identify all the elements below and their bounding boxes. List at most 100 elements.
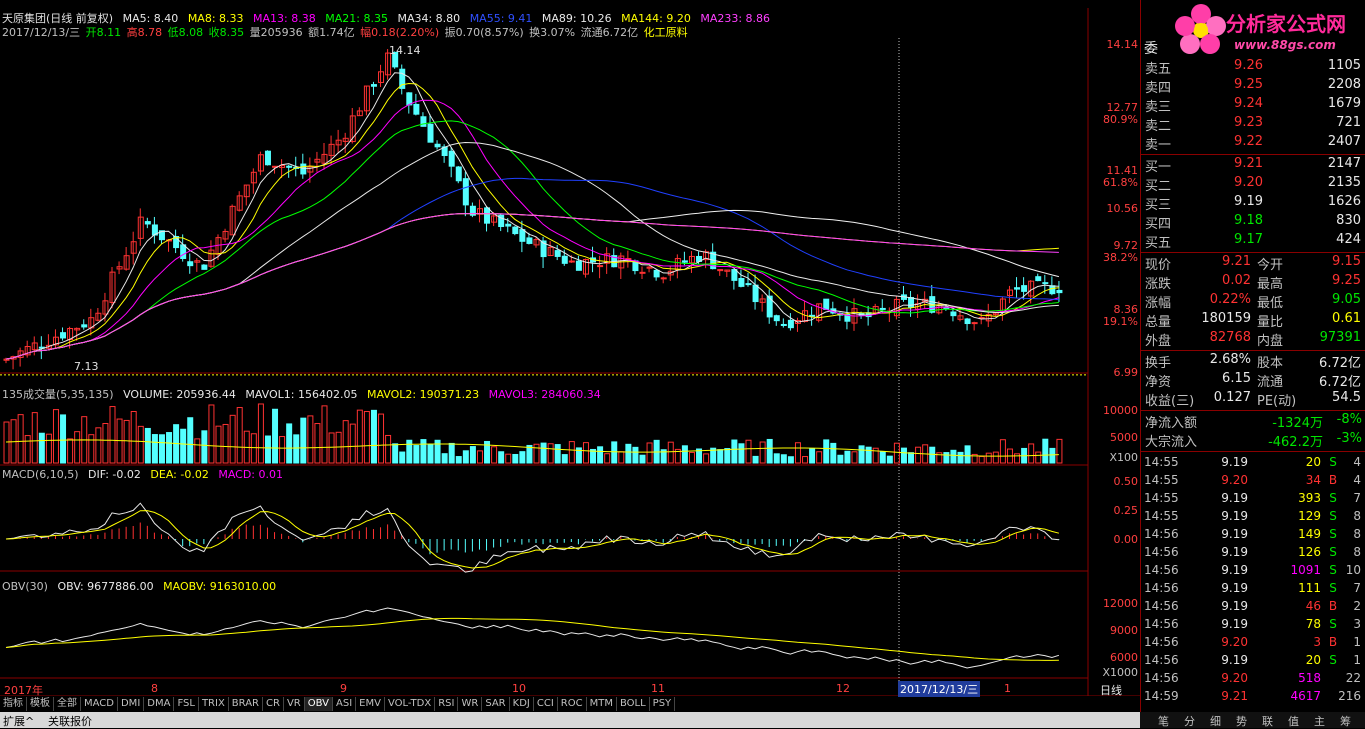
panel-tab[interactable]: 笔 xyxy=(1158,713,1169,729)
candle-body xyxy=(264,150,271,166)
tick-row: 14:56 9.19 126 S 8 xyxy=(1141,545,1365,563)
volume-bar xyxy=(964,445,971,464)
tick-volume: 518 xyxy=(1298,671,1321,685)
volume-bar xyxy=(455,456,462,464)
tick-time: 14:55 xyxy=(1144,473,1179,487)
indicator-tab[interactable]: EMV xyxy=(356,697,385,711)
sell-level-row[interactable]: 卖三 9.24 1679 xyxy=(1141,96,1365,115)
buy-level-row[interactable]: 买四 9.18 830 xyxy=(1141,213,1365,232)
mavol3-value: MAVOL3: 284060.34 xyxy=(488,388,601,401)
indicator-tab[interactable]: RSI xyxy=(435,697,459,711)
indicator-tab[interactable]: KDJ xyxy=(510,697,534,711)
sell-level-row[interactable]: 卖一 9.22 2407 xyxy=(1141,134,1365,153)
macd-legend: MACD(6,10,5) DIF: -0.02 DEA: -0.02 MACD:… xyxy=(2,468,289,481)
obv-title: OBV(30) xyxy=(2,580,48,593)
mavol1-value: MAVOL1: 156402.05 xyxy=(245,388,358,401)
level-label: 买四 xyxy=(1145,217,1172,232)
low-marker: 7.13 xyxy=(74,360,99,373)
candle-body xyxy=(413,103,420,115)
expand-button[interactable]: 扩展^ xyxy=(3,713,34,729)
sell-level-row[interactable]: 卖五 9.26 1105 xyxy=(1141,58,1365,77)
quote-label: 外盘 xyxy=(1145,334,1172,349)
indicator-tab[interactable]: MTM xyxy=(587,697,617,711)
indicator-tab[interactable]: ROC xyxy=(558,697,587,711)
indicator-tab[interactable]: FSL xyxy=(174,697,199,711)
panel-tab[interactable]: 筹 xyxy=(1340,713,1351,729)
panel-tab[interactable]: 细 xyxy=(1210,713,1221,729)
panel-tab[interactable]: 主 xyxy=(1314,713,1325,729)
indicator-tab[interactable]: WR xyxy=(458,697,483,711)
indicator-tab[interactable]: TRIX xyxy=(199,697,229,711)
level-price: 9.21 xyxy=(1234,156,1263,171)
candle-body xyxy=(738,278,745,287)
indicator-tab[interactable]: BOLL xyxy=(617,697,650,711)
indicator-tab[interactable]: VR xyxy=(284,697,305,711)
indicator-tab[interactable]: BRAR xyxy=(229,697,263,711)
period-label[interactable]: 日线 xyxy=(1100,682,1122,698)
indicator-tab[interactable]: PSY xyxy=(650,697,676,711)
cursor-date-label: 2017/12/13/三 xyxy=(898,681,981,697)
indicator-tab[interactable]: CR xyxy=(263,697,284,711)
buy-level-row[interactable]: 买三 9.19 1626 xyxy=(1141,194,1365,213)
indicator-tab[interactable]: CCI xyxy=(534,697,558,711)
stat-label: 流通 xyxy=(1257,375,1284,390)
volume-bar xyxy=(24,435,31,464)
volume-bar xyxy=(158,434,165,464)
indicator-tab[interactable]: 模板 xyxy=(27,697,54,711)
level-volume: 1679 xyxy=(1327,96,1361,111)
quote-value: 9.05 xyxy=(1332,292,1361,307)
buy-level-row[interactable]: 买二 9.20 2135 xyxy=(1141,175,1365,194)
panel-tab[interactable]: 分 xyxy=(1184,713,1195,729)
indicator-tab[interactable]: MACD xyxy=(81,697,118,711)
indicator-tab[interactable]: OBV xyxy=(304,697,333,711)
volume-bar xyxy=(604,453,611,464)
sell-level-row[interactable]: 卖四 9.25 2208 xyxy=(1141,77,1365,96)
level-price: 9.26 xyxy=(1234,58,1263,73)
buy-level-row[interactable]: 买五 9.17 424 xyxy=(1141,232,1365,251)
indicator-tab[interactable]: VOL-TDX xyxy=(385,697,436,711)
indicator-tab[interactable]: ASI xyxy=(333,697,357,711)
indicator-tab[interactable]: 全部 xyxy=(54,697,81,711)
tick-row: 14:56 9.19 1091 S 10 xyxy=(1141,563,1365,581)
sell-level-row[interactable]: 卖二 9.23 721 xyxy=(1141,115,1365,134)
x-label: 1 xyxy=(1004,682,1011,695)
indicator-tab[interactable]: 指标 xyxy=(0,697,27,711)
candle-body xyxy=(1042,282,1049,285)
quote-label: 最低 xyxy=(1257,296,1284,311)
volume-bar xyxy=(1014,453,1021,464)
tick-time: 14:56 xyxy=(1144,653,1179,667)
tick-volume: 20 xyxy=(1305,653,1321,667)
buy-level-row[interactable]: 买一 9.21 2147 xyxy=(1141,156,1365,175)
x-label: 11 xyxy=(651,682,665,695)
panel-tab[interactable]: 势 xyxy=(1236,713,1247,729)
stats-row: 收益(三) 0.127 PE(动) 54.5 xyxy=(1141,390,1365,409)
volume-bar xyxy=(307,415,314,464)
related-quote-button[interactable]: 关联报价 xyxy=(48,713,92,729)
volume-bar xyxy=(681,445,688,464)
divider xyxy=(1141,451,1365,452)
candle-body xyxy=(201,264,208,270)
ma-line xyxy=(5,82,1059,360)
volume-bar xyxy=(17,414,24,464)
volume-bar xyxy=(929,446,936,464)
stat-value: 2.68% xyxy=(1209,352,1251,367)
volume-bar xyxy=(646,442,653,464)
tick-row: 14:59 9.21 4617 216 xyxy=(1141,689,1365,707)
volume-bar xyxy=(1042,438,1049,464)
panel-tab[interactable]: 联 xyxy=(1262,713,1273,729)
tick-price: 9.19 xyxy=(1221,617,1248,631)
indicator-tab[interactable]: DMI xyxy=(118,697,145,711)
info-close: 收8.35 xyxy=(208,26,245,39)
indicator-tab[interactable]: DMA xyxy=(144,697,175,711)
level-volume: 2147 xyxy=(1327,156,1361,171)
flow-row: 大宗流入 -462.2万 -3% xyxy=(1141,431,1365,450)
volume-bar xyxy=(236,407,243,464)
tick-price: 9.19 xyxy=(1221,509,1248,523)
tick-price: 9.19 xyxy=(1221,455,1248,469)
volume-bar xyxy=(441,453,448,464)
volume-bar xyxy=(392,443,399,464)
panel-tab[interactable]: 值 xyxy=(1288,713,1299,729)
volume-bar xyxy=(144,427,151,464)
indicator-tab[interactable]: SAR xyxy=(482,697,510,711)
volume-bar xyxy=(908,452,915,464)
